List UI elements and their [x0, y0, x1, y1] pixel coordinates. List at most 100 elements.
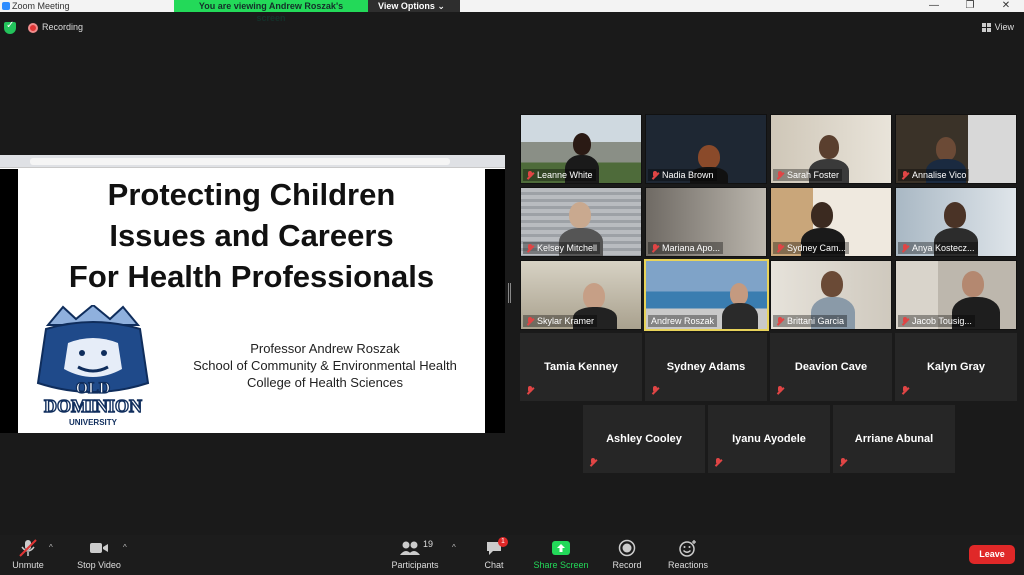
split-resize-handle[interactable]: [508, 283, 511, 303]
participant-name: Tamia Kenney: [544, 361, 618, 373]
participant-name: Ashley Cooley: [606, 433, 682, 445]
participants-icon: 19: [395, 539, 435, 557]
muted-mic-icon: [776, 316, 784, 326]
participant-name: Leanne White: [523, 169, 596, 181]
chat-button[interactable]: 1 Chat: [480, 537, 508, 570]
participant-tile[interactable]: Anya Kostecz...: [895, 187, 1017, 257]
logo-word-old: OLD: [76, 380, 111, 397]
muted-mic-icon: [589, 458, 597, 467]
participant-name: Brittani Garcia: [773, 315, 848, 327]
slide-title-line-2: Issues and Careers: [109, 218, 394, 253]
participant-tile[interactable]: Kalyn Gray: [895, 333, 1017, 401]
participant-tile[interactable]: Brittani Garcia: [770, 260, 892, 330]
participant-name: Sydney Adams: [666, 361, 746, 373]
video-options-chevron-icon[interactable]: ^: [123, 543, 127, 552]
meeting-toolbar: Unmute ^ Stop Video ^ 19 Participants ^ …: [0, 535, 1024, 575]
odu-logo: OLD DOMINION UNIVERSITY: [36, 305, 150, 427]
viewing-screen-label: You are viewing Andrew Roszak's screen: [174, 0, 368, 23]
share-screen-label: Share Screen: [533, 560, 589, 570]
view-button[interactable]: View: [981, 22, 1014, 32]
participant-tile[interactable]: Iyanu Ayodele: [708, 405, 830, 473]
muted-mic-icon: [526, 316, 534, 326]
participant-name: Anya Kostecz...: [898, 242, 978, 254]
video-camera-icon: [90, 543, 108, 553]
muted-mic-icon: [776, 386, 784, 395]
restore-icon[interactable]: ❐: [952, 0, 988, 12]
close-icon[interactable]: ✕: [988, 0, 1024, 12]
muted-microphone-icon: [19, 539, 37, 557]
participant-name: Skylar Kramer: [523, 315, 598, 327]
logo-word-university: UNIVERSITY: [69, 418, 118, 427]
shared-browser-bar: [0, 155, 505, 168]
muted-mic-icon: [651, 170, 659, 180]
view-label: View: [994, 22, 1014, 32]
participant-name: Deavion Cave: [794, 361, 868, 373]
participant-tile-active-speaker[interactable]: Andrew Roszak: [644, 259, 769, 331]
participant-name: Iyanu Ayodele: [732, 433, 806, 445]
participant-tile[interactable]: Mariana Apo...: [645, 187, 767, 257]
participants-button[interactable]: 19 Participants: [388, 539, 442, 570]
window-controls: — ❐ ✕: [916, 0, 1024, 12]
share-screen-button[interactable]: Share Screen: [532, 539, 590, 570]
audio-options-chevron-icon[interactable]: ^: [49, 543, 53, 552]
chat-label: Chat: [484, 560, 504, 570]
slide-title-line-1: Protecting Children: [107, 177, 396, 212]
participant-name: Mariana Apo...: [648, 242, 724, 254]
shared-url-bar: [30, 158, 450, 165]
muted-mic-icon: [901, 316, 909, 326]
chat-unread-badge: 1: [498, 537, 508, 547]
muted-mic-icon: [651, 243, 659, 253]
logo-word-dominion: DOMINION: [44, 396, 142, 416]
participant-tile[interactable]: Tamia Kenney: [520, 333, 642, 401]
slide-title-line-3: For Health Professionals: [68, 259, 435, 294]
reactions-label: Reactions: [667, 560, 709, 570]
unmute-label: Unmute: [12, 560, 44, 570]
participant-tile[interactable]: Kelsey Mitchell: [520, 187, 642, 257]
zoom-app-icon: [2, 2, 10, 10]
shared-screen[interactable]: Protecting Children Issues and Careers F…: [0, 155, 505, 433]
participant-tile[interactable]: Sydney Adams: [645, 333, 767, 401]
muted-mic-icon: [526, 243, 534, 253]
participant-tile[interactable]: Annalise Vico: [895, 114, 1017, 184]
muted-mic-icon: [776, 243, 784, 253]
presenter-college: College of Health Sciences: [246, 375, 404, 390]
participant-tile[interactable]: Sarah Foster: [770, 114, 892, 184]
muted-mic-icon: [651, 386, 659, 395]
participant-tile[interactable]: Jacob Tousig...: [895, 260, 1017, 330]
smiley-plus-icon: [679, 540, 696, 557]
muted-mic-icon: [839, 458, 847, 467]
share-screen-icon: [552, 541, 570, 555]
unmute-button[interactable]: Unmute: [10, 539, 46, 570]
reactions-button[interactable]: Reactions: [666, 539, 710, 570]
muted-mic-icon: [714, 458, 722, 467]
participants-count: 19: [423, 539, 434, 549]
leave-button[interactable]: Leave: [969, 545, 1015, 564]
participant-tile[interactable]: Leanne White: [520, 114, 642, 184]
window-title-bar: Zoom Meeting — ❐ ✕: [0, 0, 1024, 12]
slide-border-right: [485, 169, 505, 433]
security-shield-icon[interactable]: [4, 20, 16, 34]
participant-tile[interactable]: Ashley Cooley: [583, 405, 705, 473]
participant-name: Andrew Roszak: [648, 315, 718, 327]
participant-tile[interactable]: Skylar Kramer: [520, 260, 642, 330]
participant-tile[interactable]: Arriane Abunal: [833, 405, 955, 473]
participant-tile[interactable]: Nadia Brown: [645, 114, 767, 184]
participants-options-chevron-icon[interactable]: ^: [452, 543, 456, 552]
participant-name: Annalise Vico: [898, 169, 970, 181]
slide-border-left: [0, 169, 18, 433]
record-icon: [618, 539, 636, 557]
stop-video-button[interactable]: Stop Video: [74, 539, 124, 570]
presenter-school: School of Community & Environmental Heal…: [193, 358, 457, 373]
grid-icon: [981, 22, 991, 32]
participant-name: Sarah Foster: [773, 169, 843, 181]
viewing-banner: You are viewing Andrew Roszak's screen V…: [174, 0, 460, 23]
presenter-name: Professor Andrew Roszak: [250, 341, 400, 356]
recording-icon: [28, 23, 38, 33]
muted-mic-icon: [526, 386, 534, 395]
participant-tile[interactable]: Deavion Cave: [770, 333, 892, 401]
record-button[interactable]: Record: [610, 539, 644, 570]
minimize-icon[interactable]: —: [916, 0, 952, 12]
view-options-button[interactable]: View Options ⌄: [368, 0, 460, 12]
participant-tile[interactable]: Sydney Cam...: [770, 187, 892, 257]
participant-name: Kelsey Mitchell: [523, 242, 601, 254]
